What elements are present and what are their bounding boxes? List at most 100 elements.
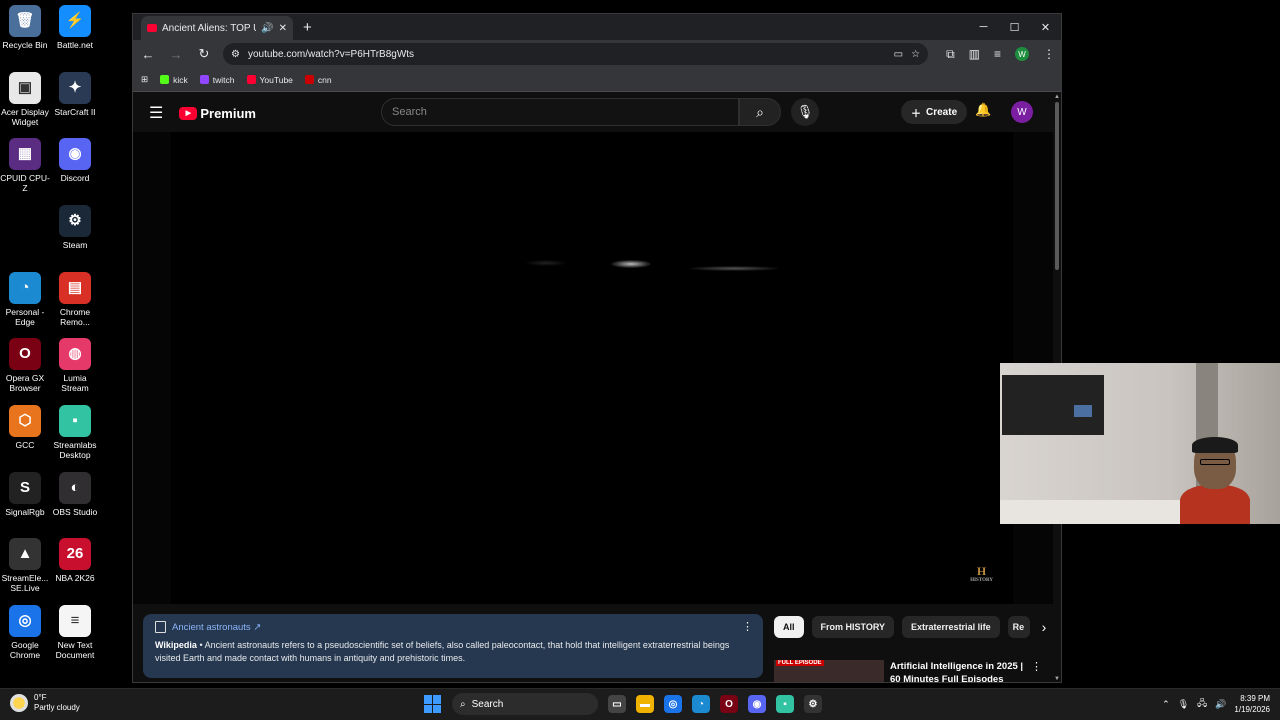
recommendation-item[interactable]: FULL EPISODE Artificial Intelligence in … [774, 660, 1054, 682]
info-panel-title[interactable]: Ancient astronauts ↗ [172, 622, 261, 633]
desktop-icon-chrome-remo[interactable]: ▤ Chrome Remo... [50, 272, 100, 327]
new-tab-button[interactable]: + [303, 19, 312, 36]
scroll-down-icon[interactable]: ▼ [1053, 676, 1061, 682]
bookmark-twitch[interactable]: twitch [199, 75, 235, 85]
lumia-stream-icon: ◍ [59, 338, 91, 370]
recommendation-thumbnail[interactable]: FULL EPISODE [774, 660, 884, 682]
desktop-icon-recycle-bin[interactable]: 🗑 Recycle Bin [0, 5, 50, 50]
mic-tray-icon[interactable]: 🎙 [1178, 699, 1189, 710]
video-player[interactable]: H HISTORY [133, 132, 1053, 604]
desktop-icon-label: Streamlabs Desktop [53, 440, 97, 460]
clock[interactable]: 8:39 PM 1/19/2026 [1234, 693, 1270, 715]
forward-icon[interactable]: → [167, 47, 185, 62]
desktop-icon-discord[interactable]: ◉ Discord [50, 138, 100, 183]
desktop-icon-label: Lumia Stream [61, 373, 89, 393]
site-info-icon[interactable]: ⚙ [231, 49, 240, 60]
desktop-icon-battle-net[interactable]: ⚡ Battle.net [50, 5, 100, 50]
media-icon[interactable]: ≡ [994, 47, 1001, 61]
bookmark-cnn[interactable]: cnn [304, 75, 332, 85]
task-view-icon[interactable]: ▭ [608, 695, 626, 713]
taskbar-search[interactable]: ⌕ Search [452, 693, 598, 715]
discord-icon: ◉ [59, 138, 91, 170]
system-tray: ⌃ 🎙 🖧 🔊 8:39 PM 1/19/2026 [1162, 693, 1270, 715]
desktop-icon-cpuid-cpu-z[interactable]: ▦ CPUID CPU-Z [0, 138, 50, 193]
discord-icon[interactable]: ◉ [748, 695, 766, 713]
steam-notification-icon[interactable]: ⚙ [804, 695, 822, 713]
maximize-icon[interactable]: ☐ [999, 14, 1030, 40]
youtube-icon [246, 75, 256, 84]
youtube-logo[interactable]: ▶ Premium [179, 106, 256, 121]
desktop-icon-streamele-se-live[interactable]: ▲ StreamEle... SE.Live [0, 538, 50, 593]
desktop: 🗑 Recycle Bin ⚡ Battle.net ▣ Acer Display Wid… [0, 0, 1280, 688]
bookmark-youtube[interactable]: YouTube [246, 75, 293, 85]
tray-chevron-icon[interactable]: ⌃ [1162, 699, 1170, 710]
desktop-icon-signalrgb[interactable]: S SignalRgb [0, 472, 50, 517]
chrome-menu-icon[interactable]: ⋮ [1043, 47, 1055, 61]
desktop-icon-starcraft-ii[interactable]: ✦ StarCraft II [50, 72, 100, 117]
desktop-icon-streamlabs-desktop[interactable]: ▪ Streamlabs Desktop [50, 405, 100, 460]
microphone-icon[interactable]: 🎙 [791, 98, 819, 126]
opera-gx-browser-icon: O [9, 338, 41, 370]
weather-widget[interactable]: 0°F Partly cloudy [10, 693, 80, 713]
desktop-icon-label: StarCraft II [54, 107, 96, 117]
webcam-overlay [1000, 363, 1280, 524]
streamele-se-live-icon: ▲ [9, 538, 41, 570]
chip-all[interactable]: All [774, 616, 804, 638]
edge-icon[interactable]: ◔ [692, 695, 710, 713]
hamburger-menu-icon[interactable]: ☰ [149, 103, 163, 123]
reload-icon[interactable]: ↻ [195, 46, 213, 62]
desktop-icon-nba-2k26[interactable]: 26 NBA 2K26 [50, 538, 100, 583]
profile-avatar[interactable]: W [1015, 47, 1029, 61]
bookmark-star-icon[interactable]: ☆ [911, 49, 920, 60]
chip-related[interactable]: Re [1007, 616, 1030, 638]
chip-from-history[interactable]: From HISTORY [811, 616, 895, 638]
youtube-play-icon: ▶ [179, 106, 198, 120]
youtube-page: ☰ ▶ Premium Search ⌕ 🎙 ＋ Create 🔔 W H HI… [133, 94, 1061, 682]
tab-youtube[interactable]: Ancient Aliens: TOP UFO M 🔊 ✕ [141, 16, 293, 40]
desktop-icon-gcc[interactable]: ⬡ GCC [0, 405, 50, 450]
cast-icon[interactable]: ▭ [894, 49, 903, 60]
apps-grid-icon[interactable]: ⊞ [141, 74, 148, 85]
desktop-icon-new-text-document[interactable]: ≡ New Text Document [50, 605, 100, 660]
sidepanel-icon[interactable]: ▥ [969, 47, 980, 61]
desktop-icon-opera-gx-browser[interactable]: O Opera GX Browser [0, 338, 50, 393]
volume-icon[interactable]: 🔊 [1215, 699, 1226, 710]
network-icon[interactable]: 🖧 [1197, 696, 1207, 712]
search-input[interactable]: Search [381, 98, 739, 126]
url-field[interactable]: ⚙ youtube.com/watch?v=P6HTrB8gWts ▭ ☆ [223, 43, 929, 65]
scroll-up-icon[interactable]: ▲ [1053, 94, 1061, 100]
opera-gx-icon[interactable]: O [720, 695, 738, 713]
chip-extraterrestrial-life[interactable]: Extraterrestrial life [902, 616, 1000, 638]
desktop-icon-personal-edge[interactable]: ◔ Personal - Edge [0, 272, 50, 327]
video-light [611, 260, 651, 268]
chevron-right-icon[interactable]: › [1042, 619, 1047, 635]
windows-start-icon[interactable] [424, 695, 442, 713]
explorer-icon[interactable]: ▬ [636, 695, 654, 713]
desktop-icon-obs-studio[interactable]: ◐ OBS Studio [50, 472, 100, 517]
desktop-icon-lumia-stream[interactable]: ◍ Lumia Stream [50, 338, 100, 393]
recommendation-title[interactable]: Artificial Intelligence in 2025 | 60 Min… [890, 660, 1025, 682]
search-icon[interactable]: ⌕ [739, 98, 781, 126]
url-text[interactable]: youtube.com/watch?v=P6HTrB8gWts [248, 49, 886, 60]
close-window-icon[interactable]: ✕ [1030, 14, 1061, 40]
desktop-icon-label: Opera GX Browser [5, 373, 45, 393]
notifications-bell-icon[interactable]: 🔔 [975, 102, 991, 118]
streamlabs-icon[interactable]: ▪ [776, 695, 794, 713]
back-icon[interactable]: ← [139, 47, 157, 62]
scrollbar-thumb[interactable] [1055, 102, 1059, 270]
speaker-icon[interactable]: 🔊 [261, 23, 273, 34]
create-button[interactable]: ＋ Create [901, 100, 968, 124]
chrome-icon[interactable]: ◎ [664, 695, 682, 713]
extensions-icon[interactable]: ⧉ [946, 47, 955, 62]
account-avatar[interactable]: W [1011, 101, 1033, 123]
desktop-icon-steam[interactable]: ⚙ Steam [50, 205, 100, 250]
more-options-icon[interactable]: ⋮ [742, 620, 753, 633]
minimize-icon[interactable]: ─ [968, 14, 999, 40]
desktop-icon-label: Recycle Bin [2, 40, 48, 50]
more-options-icon[interactable]: ⋮ [1031, 660, 1042, 682]
close-tab-icon[interactable]: ✕ [279, 23, 287, 34]
desktop-icon-google-chrome[interactable]: ◎ Google Chrome [0, 605, 50, 660]
desktop-icon-acer-display-widget[interactable]: ▣ Acer Display Widget [0, 72, 50, 127]
video-frame[interactable]: H HISTORY [171, 132, 1013, 604]
bookmark-kick[interactable]: kick [160, 75, 188, 85]
